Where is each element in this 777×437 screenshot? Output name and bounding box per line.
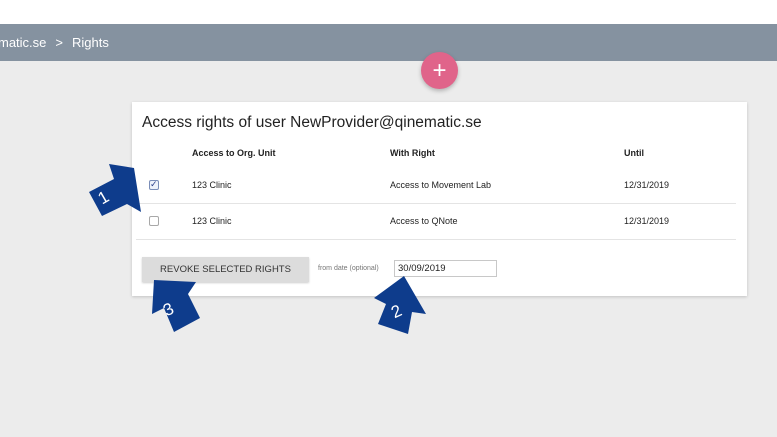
cell-until: 12/31/2019	[624, 216, 670, 226]
breadcrumb-current: Rights	[72, 35, 109, 50]
checkmark-icon: ✓	[150, 179, 158, 189]
annotation-arrow-3: 3	[150, 278, 206, 342]
from-date-label: from date (optional)	[318, 265, 379, 272]
column-header-until: Until	[624, 148, 644, 158]
annotation-arrow-2: 2	[374, 274, 430, 338]
row-divider	[136, 203, 736, 204]
breadcrumb: matic.se > Rights	[0, 24, 109, 61]
column-header-org-unit: Access to Org. Unit	[192, 148, 276, 158]
add-button[interactable]: +	[421, 52, 458, 89]
row-divider	[136, 239, 736, 240]
cell-until: 12/31/2019	[624, 180, 670, 190]
top-bar: matic.se > Rights	[0, 24, 777, 61]
annotation-arrow-1: 1	[87, 160, 143, 224]
cell-right: Access to QNote	[390, 216, 458, 226]
page-title: Access rights of user NewProvider@qinema…	[142, 114, 482, 131]
row-checkbox[interactable]	[149, 216, 159, 226]
breadcrumb-domain[interactable]: matic.se	[0, 35, 46, 50]
chevron-right-icon: >	[55, 35, 63, 50]
cell-org-unit: 123 Clinic	[192, 216, 232, 226]
access-rights-card: Access rights of user NewProvider@qinema…	[132, 102, 747, 296]
cell-right: Access to Movement Lab	[390, 180, 492, 190]
cell-org-unit: 123 Clinic	[192, 180, 232, 190]
row-checkbox[interactable]: ✓	[149, 179, 159, 190]
plus-icon: +	[432, 56, 447, 84]
column-header-right: With Right	[390, 148, 435, 158]
